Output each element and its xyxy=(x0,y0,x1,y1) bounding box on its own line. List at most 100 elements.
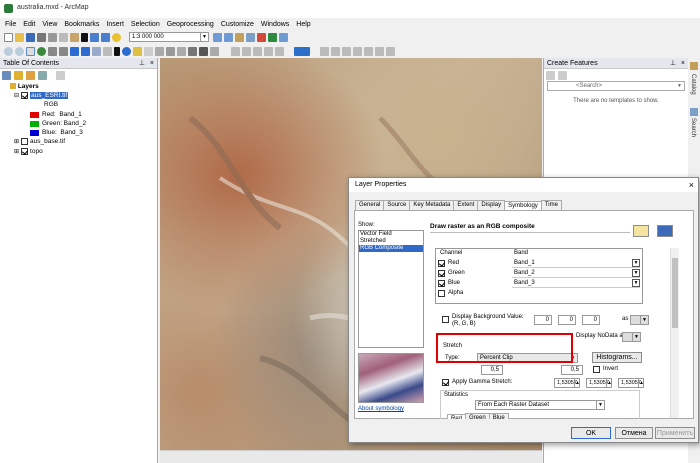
model-builder-icon[interactable] xyxy=(279,32,288,42)
zoom-out-icon[interactable] xyxy=(15,46,24,56)
cancel-button[interactable]: Отмена xyxy=(615,427,653,439)
stretch-max-input[interactable]: 0,5 xyxy=(561,365,583,375)
draw-icon[interactable] xyxy=(231,46,240,56)
expand-icon[interactable]: ⊞ xyxy=(14,138,19,145)
map-scrollbar-h[interactable] xyxy=(160,450,542,463)
menu-view[interactable]: View xyxy=(42,21,57,28)
clear-selection-icon[interactable] xyxy=(103,46,112,56)
stats-tab-green[interactable]: Green xyxy=(465,413,490,419)
panel-close-icon[interactable]: × xyxy=(681,58,685,69)
fixed-zoom-in-icon[interactable] xyxy=(48,46,57,56)
stats-tab-red[interactable]: Red xyxy=(447,414,467,419)
gamma-green-input[interactable]: 1,53057 ▲ xyxy=(586,378,612,388)
catalog-icon[interactable] xyxy=(690,62,698,70)
layer-name[interactable]: aus_base.tif xyxy=(30,138,65,145)
toc-layer-aus-base[interactable]: ⊞ aus_base.tif xyxy=(14,138,65,145)
list-by-selection-icon[interactable] xyxy=(38,71,47,80)
copy-icon[interactable] xyxy=(59,32,68,42)
tab-extent[interactable]: Extent xyxy=(453,200,479,210)
channel-checkbox[interactable] xyxy=(438,280,445,287)
tab-key-metadata[interactable]: Key Metadata xyxy=(409,200,455,210)
draw5-icon[interactable] xyxy=(275,46,284,56)
stretch-min-input[interactable]: 0,5 xyxy=(481,365,503,375)
background-color-picker[interactable]: ▼ xyxy=(630,315,649,325)
menu-selection[interactable]: Selection xyxy=(131,21,160,28)
forward-icon[interactable] xyxy=(81,46,90,56)
layout-icon[interactable] xyxy=(224,32,233,42)
draw10-icon[interactable] xyxy=(364,46,373,56)
print-icon[interactable] xyxy=(37,32,46,42)
time-slider-icon[interactable] xyxy=(199,46,208,56)
tab-display[interactable]: Display xyxy=(477,200,506,210)
zoom-in-icon[interactable] xyxy=(4,46,13,56)
band-select[interactable]: Band_1 ▼ xyxy=(512,259,640,268)
about-symbology-link[interactable]: About symbology xyxy=(358,406,404,412)
apply-button[interactable]: Применить xyxy=(655,427,695,439)
toc-layer-aus-esri[interactable]: ⊟ aus_ESRI.tif xyxy=(14,92,69,99)
filter-icon[interactable] xyxy=(558,71,567,80)
display-background-checkbox[interactable] xyxy=(442,316,449,323)
list-by-drawing-order-icon[interactable] xyxy=(2,71,11,80)
tab-time[interactable]: Time xyxy=(540,200,562,210)
arctoolbox-icon[interactable] xyxy=(257,32,266,42)
hyperlink-icon[interactable] xyxy=(133,46,142,56)
menu-customize[interactable]: Customize xyxy=(221,21,254,28)
scroll-thumb[interactable] xyxy=(672,258,678,328)
identify-icon[interactable] xyxy=(122,46,131,56)
search-tab-icon[interactable] xyxy=(690,108,698,116)
catalog-tab[interactable]: Catalog xyxy=(690,74,696,95)
pan-icon[interactable] xyxy=(26,46,35,56)
show-item[interactable]: Stretched xyxy=(359,238,423,245)
search-dropdown-icon[interactable]: ▼ xyxy=(677,82,682,91)
collapse-icon[interactable]: ⊟ xyxy=(14,92,19,99)
layer-visibility-checkbox[interactable] xyxy=(21,138,29,145)
draw8-icon[interactable] xyxy=(342,46,351,56)
toc-pin-icon[interactable]: ⊥ xyxy=(139,58,145,69)
find-icon[interactable] xyxy=(166,46,175,56)
invert-checkbox[interactable] xyxy=(593,366,600,373)
menu-insert[interactable]: Insert xyxy=(106,21,124,28)
statistics-select[interactable]: From Each Raster Dataset ▼ xyxy=(475,400,605,410)
cut-icon[interactable] xyxy=(48,32,57,42)
goto-xy-icon[interactable] xyxy=(188,46,197,56)
layer-visibility-checkbox[interactable] xyxy=(21,148,29,155)
stats-tab-blue[interactable]: Blue xyxy=(488,413,509,419)
menu-edit[interactable]: Edit xyxy=(23,21,35,28)
select-elements-icon[interactable] xyxy=(114,46,120,56)
template-search[interactable]: <Search> ▼ xyxy=(547,81,685,91)
list-by-visibility-icon[interactable] xyxy=(26,71,35,80)
add-data-icon[interactable] xyxy=(112,32,121,42)
bg-g-input[interactable]: 0 xyxy=(558,315,576,325)
catalog-icon[interactable] xyxy=(235,32,244,42)
menu-geoprocessing[interactable]: Geoprocessing xyxy=(167,21,214,28)
histograms-button[interactable]: Histograms... xyxy=(592,352,642,363)
full-extent-icon[interactable] xyxy=(37,46,46,56)
layer-name[interactable]: aus_ESRI.tif xyxy=(30,92,69,99)
draw4-icon[interactable] xyxy=(264,46,273,56)
menu-windows[interactable]: Windows xyxy=(261,21,289,28)
show-item[interactable]: RGB Composite xyxy=(359,245,423,252)
draw6-icon[interactable] xyxy=(320,46,329,56)
paste-icon[interactable] xyxy=(70,32,79,42)
measure-icon[interactable] xyxy=(155,46,164,56)
menu-bookmarks[interactable]: Bookmarks xyxy=(64,21,99,28)
show-item[interactable]: Vector Field xyxy=(359,231,423,238)
panel-pin-icon[interactable]: ⊥ xyxy=(670,58,676,69)
delete-icon[interactable] xyxy=(81,32,88,42)
draw9-icon[interactable] xyxy=(353,46,362,56)
layer-visibility-checkbox[interactable] xyxy=(21,92,29,99)
draw11-icon[interactable] xyxy=(375,46,384,56)
save-layer-button[interactable] xyxy=(657,225,673,237)
back-icon[interactable] xyxy=(70,46,79,56)
tab-source[interactable]: Source xyxy=(383,200,411,210)
nodata-color-picker[interactable]: ▼ xyxy=(622,332,641,342)
settings-scrollbar[interactable] xyxy=(670,248,679,418)
layers-root[interactable]: Layers xyxy=(10,83,39,90)
list-by-source-icon[interactable] xyxy=(14,71,23,80)
new-icon[interactable] xyxy=(4,32,13,42)
dialog-close-icon[interactable]: × xyxy=(689,178,694,192)
gamma-red-input[interactable]: 1,53057 ▲ xyxy=(554,378,580,388)
save-icon[interactable] xyxy=(26,32,35,42)
bg-b-input[interactable]: 0 xyxy=(582,315,600,325)
options-icon[interactable] xyxy=(56,71,65,80)
